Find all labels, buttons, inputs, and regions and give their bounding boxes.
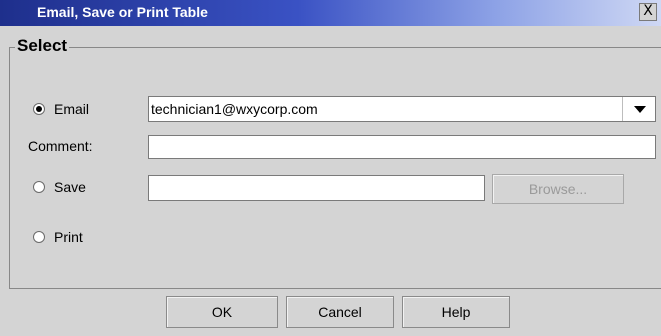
print-radio[interactable] [33,231,45,243]
email-label: Email [54,101,90,117]
group-title: Select [15,36,70,56]
save-radio[interactable] [33,181,45,193]
chevron-down-icon[interactable] [622,97,655,121]
close-button[interactable]: X [639,3,657,21]
window-title: Email, Save or Print Table [37,4,208,20]
save-label: Save [54,179,86,195]
title-bar: Email, Save or Print Table X [0,0,661,26]
cancel-button[interactable]: Cancel [286,296,394,328]
browse-button[interactable]: Browse... [492,174,624,204]
ok-button[interactable]: OK [166,296,278,328]
help-button[interactable]: Help [402,296,510,328]
comment-label: Comment: [28,138,93,154]
email-radio[interactable] [33,103,45,115]
select-group [9,47,661,289]
email-combobox[interactable]: technician1@wxycorp.com [148,96,656,122]
print-label: Print [54,229,83,245]
save-path-field[interactable] [148,175,485,201]
comment-field[interactable] [148,135,656,159]
